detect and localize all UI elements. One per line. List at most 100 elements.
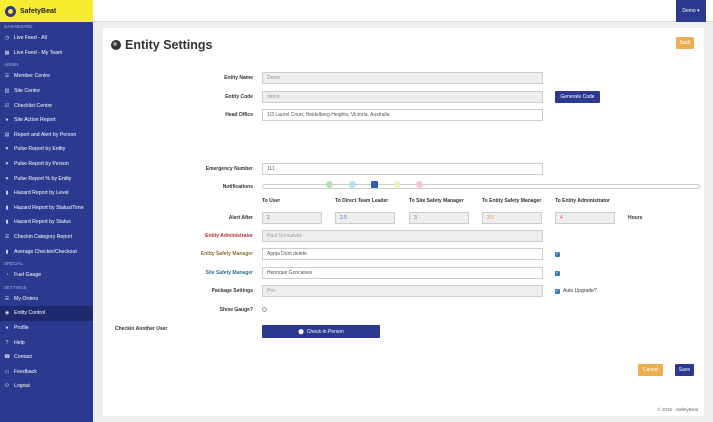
entity-code-field[interactable]: demo: [262, 91, 543, 103]
alert-administrator-field[interactable]: 4: [555, 212, 615, 224]
gauge-icon: ◔: [5, 272, 9, 279]
checkin-person-label: Check-in Person: [306, 328, 344, 335]
notification-dot-site-manager[interactable]: [371, 181, 378, 188]
alert-user-field[interactable]: 2: [262, 212, 322, 224]
col-to-user: To User: [262, 198, 281, 204]
notification-dot-entity-manager[interactable]: [394, 181, 401, 188]
entity-safety-manager-label: Entity Safety Manager: [200, 251, 253, 257]
building-icon: ▥: [4, 88, 10, 95]
sidebar-item-label: Checkin Category Report: [14, 234, 73, 241]
site-safety-manager-checkbox[interactable]: [555, 270, 560, 276]
list-icon: ☰: [4, 295, 10, 302]
notification-dot-team-leader[interactable]: [349, 181, 356, 188]
sidebar-item-label: Feedback: [14, 368, 37, 375]
show-gauge-checkbox[interactable]: [262, 307, 267, 312]
entity-safety-manager-field[interactable]: Appja Dont delete: [262, 248, 543, 260]
sidebar-item[interactable]: ◷ Live Feed - All: [0, 31, 93, 46]
sidebar-item-label: Pulse Report by Person: [14, 161, 69, 168]
emergency-number-field[interactable]: 111: [262, 163, 543, 175]
alert-site-manager-field[interactable]: 3: [409, 212, 469, 224]
notification-dot-administrator[interactable]: [416, 181, 423, 188]
sidebar-item-label: Logout: [14, 383, 30, 390]
sidebar-item[interactable]: ◔ Fuel Gauge: [0, 268, 93, 283]
sidebar-item[interactable]: ☑ Checklist Centre: [0, 98, 93, 113]
sidebar-item-label: Report and Alert by Person: [14, 131, 77, 138]
sidebar-item[interactable]: ▮ Hazard Report by Level: [0, 186, 93, 201]
checkin-another-label: Checkin Another User: [115, 326, 168, 332]
sidebar-item[interactable]: ▥ Site Centre: [0, 84, 93, 99]
head-office-field[interactable]: 1/3 Laurel Court, Heidelberg Heights, Vi…: [262, 109, 543, 121]
col-to-team-leader: To Direct Team Leader: [335, 198, 389, 204]
map-pin-icon: ●: [5, 117, 9, 124]
col-to-entity-administrator: To Entity Administrator: [555, 198, 610, 204]
sidebar-item[interactable]: ☰ My Orders: [0, 292, 93, 307]
sidebar-item[interactable]: ♥ Pulse Report by Entity: [0, 142, 93, 157]
sidebar-item-label: Pulse Report by Entity: [14, 146, 66, 153]
checklist-icon: ☑: [4, 102, 10, 109]
site-safety-manager-field[interactable]: Henrique Goncalves: [262, 267, 543, 279]
entity-code-label: Entity Code: [225, 94, 253, 100]
entity-settings-card: Entity Settings Back Entity Name Demo En…: [103, 28, 704, 416]
site-safety-manager-label: Site Safety Manager: [205, 270, 253, 276]
sidebar-nav: Dashboard ◷ Live Feed - All ▦ Live Feed - My…: [0, 22, 93, 394]
copyright-footer: © 2015 - SafetyBeat: [657, 407, 698, 412]
sidebar-item-label: Site Centre: [14, 88, 40, 95]
checkin-person-button[interactable]: ⬤ Check-in Person: [262, 325, 380, 338]
sidebar-item[interactable]: ● Site Action Report: [0, 113, 93, 128]
alert-entity-manager-field[interactable]: 3.5: [482, 212, 542, 224]
sidebar-item-label: Member Centre: [14, 73, 51, 80]
power-icon: ⏻: [5, 383, 9, 390]
page-title: Entity Settings: [111, 38, 213, 52]
head-office-label: Head Office: [225, 112, 253, 118]
entity-name-field[interactable]: Demo: [262, 72, 543, 84]
notification-dot-user[interactable]: [326, 181, 333, 188]
sidebar-section-title: Settings: [4, 284, 27, 290]
sidebar-item[interactable]: ▭ Feedback: [0, 364, 93, 379]
package-settings-field[interactable]: Pro: [262, 285, 543, 297]
alert-team-leader-field[interactable]: 2.5: [335, 212, 395, 224]
sidebar-item[interactable]: ▮ Hazard Report by Status: [0, 215, 93, 230]
report-icon: ▤: [4, 131, 10, 138]
package-settings-label: Package Settings: [211, 288, 253, 294]
brand-name: SafetyBeat: [20, 7, 57, 15]
chart-icon: ▮: [5, 204, 9, 211]
entity-administrator-label: Entity Administrator: [205, 233, 253, 239]
chart-icon: ▮: [5, 190, 9, 197]
sidebar-item[interactable]: ▦ Live Feed - My Team: [0, 46, 93, 61]
chart-icon: ▮: [5, 248, 9, 255]
alert-after-label: Alert After: [228, 215, 253, 221]
cancel-button[interactable]: Cancel: [638, 364, 663, 376]
sidebar-item-label: Pulse Report % by Entity: [14, 175, 72, 182]
sidebar-item[interactable]: ♥ Pulse Report % by Entity: [0, 171, 93, 186]
entity-safety-manager-checkbox[interactable]: [555, 251, 560, 257]
brand[interactable]: SafetyBeat: [0, 0, 93, 22]
entity-administrator-field[interactable]: Paul Goncalves: [262, 230, 543, 242]
sidebar-item[interactable]: ◉ Entity Control: [0, 306, 93, 321]
sidebar-item[interactable]: ▤ Report and Alert by Person: [0, 128, 93, 143]
auto-upgrade-checkbox[interactable]: [555, 288, 560, 294]
sidebar-item[interactable]: ▮ Hazard Report by Status/Time: [0, 201, 93, 216]
back-button[interactable]: Back: [676, 37, 694, 49]
sidebar-item[interactable]: ♥ Pulse Report by Person: [0, 157, 93, 172]
list-icon: ☰: [4, 234, 10, 241]
sidebar-item[interactable]: ☰ Checkin Category Report: [0, 230, 93, 245]
sidebar-item[interactable]: ● Profile: [0, 321, 93, 336]
sidebar-item-label: Live Feed - My Team: [14, 49, 63, 56]
phone-icon: ☎: [4, 354, 11, 361]
save-button[interactable]: Save: [675, 364, 694, 376]
user-menu-button[interactable]: Demo ▾: [676, 0, 706, 22]
notifications-label: Notifications: [222, 184, 253, 190]
pulse-icon: ♥: [5, 146, 9, 153]
show-gauge-label: Show Gauge?: [219, 307, 253, 313]
sidebar-item[interactable]: ⏻ Logout: [0, 379, 93, 394]
sidebar-item[interactable]: ? Help: [0, 335, 93, 350]
sidebar-item-label: Hazard Report by Status: [14, 219, 71, 226]
sidebar-item[interactable]: ☰ Member Centre: [0, 69, 93, 84]
auto-upgrade-label: Auto Upgrade?: [563, 288, 597, 294]
pulse-icon: ♥: [5, 175, 9, 182]
sidebar-item[interactable]: ▮ Average Checkin/Checkout: [0, 244, 93, 259]
top-bar: Demo ▾: [93, 0, 713, 22]
generate-code-button[interactable]: Generate Code: [555, 91, 600, 103]
sidebar-item[interactable]: ☎ Contact: [0, 350, 93, 365]
sidebar-item-label: Contact: [14, 354, 32, 361]
